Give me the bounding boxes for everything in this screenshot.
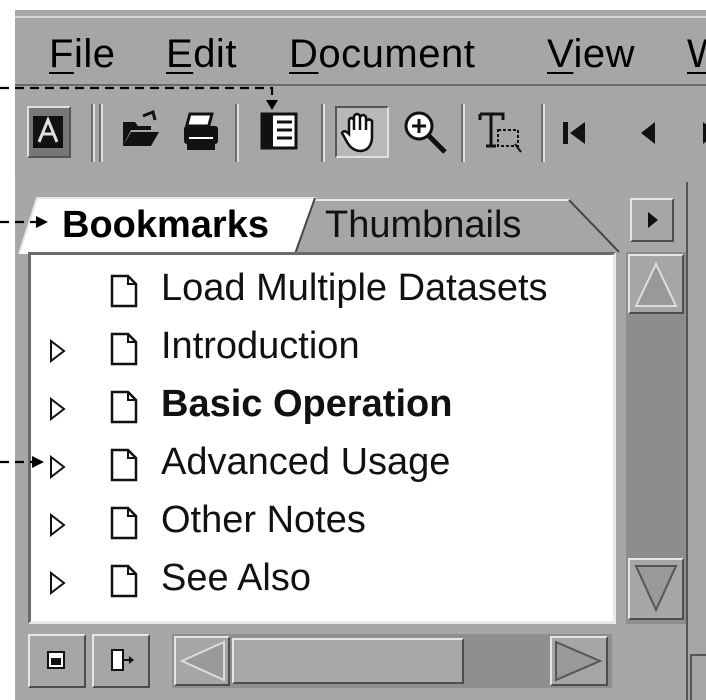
callout-arrowhead [266,100,278,110]
callout-arrowhead [36,216,48,228]
callout-arrowhead [32,456,44,468]
callout-line-toolbar [0,86,274,104]
callout-annotations [0,86,278,468]
